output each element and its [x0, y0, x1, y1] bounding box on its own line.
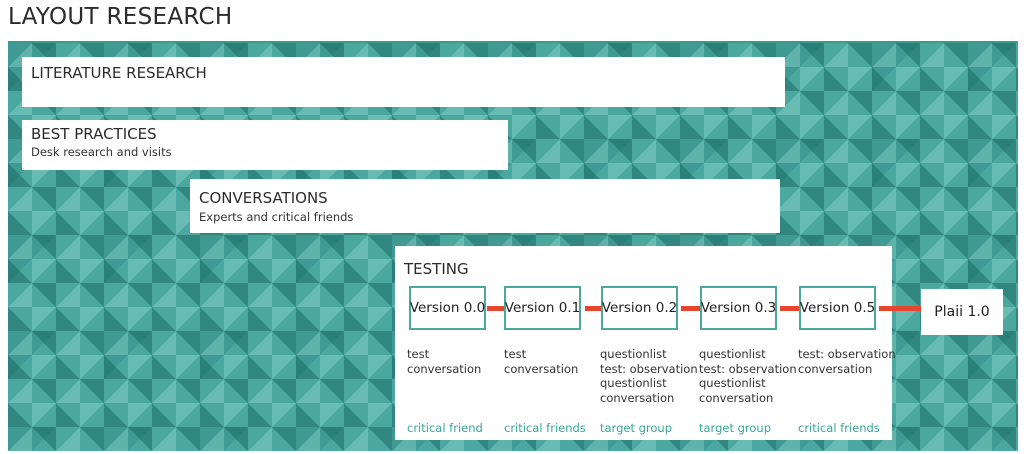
connector-0-1	[487, 306, 504, 311]
note-line: test: observation	[600, 361, 698, 376]
note-line: test: observation	[699, 361, 797, 376]
plaii-final-box: Plaii 1.0	[921, 289, 1003, 335]
testing-panel: TESTING	[395, 246, 892, 440]
version-0-0-notes: test conversation	[407, 347, 481, 376]
literature-research-title: LITERATURE RESEARCH	[31, 64, 207, 82]
conversations-subtitle: Experts and critical friends	[199, 210, 354, 224]
note-line: conversation	[407, 361, 482, 376]
best-practices-title: BEST PRACTICES	[31, 125, 157, 143]
best-practices-subtitle: Desk research and visits	[31, 145, 172, 159]
note-line: test	[407, 347, 430, 361]
version-0-5-box: Version 0.5	[799, 286, 876, 330]
note-line: questionlist	[600, 347, 667, 361]
connector-5-final	[879, 306, 922, 311]
version-0-0-box: Version 0.0	[409, 286, 486, 330]
note-line: questionlist	[600, 376, 667, 390]
note-line: conversation	[798, 361, 873, 376]
version-0-2-notes: questionlist test: observation questionl…	[600, 347, 698, 405]
page-title: LAYOUT RESEARCH	[8, 4, 233, 30]
best-practices-panel: BEST PRACTICES Desk research and visits	[22, 120, 508, 170]
version-0-3-audience: target group	[699, 421, 772, 435]
version-0-1-box: Version 0.1	[504, 286, 581, 330]
version-0-3-box: Version 0.3	[700, 286, 777, 330]
note-line: test	[504, 347, 527, 361]
version-0-0-audience: critical friend	[407, 421, 483, 435]
note-line: questionlist	[699, 376, 766, 390]
version-0-2-audience: target group	[600, 421, 673, 435]
connector-2-3	[681, 306, 701, 311]
literature-research-panel: LITERATURE RESEARCH	[22, 57, 785, 107]
testing-title: TESTING	[404, 260, 469, 278]
conversations-title: CONVERSATIONS	[199, 189, 328, 207]
version-0-2-box: Version 0.2	[601, 286, 678, 330]
note-line: conversation	[504, 361, 579, 376]
note-line: conversation	[600, 390, 675, 405]
version-0-5-notes: test: observation conversation	[798, 347, 896, 376]
connector-1-2	[585, 306, 602, 311]
note-line: test: observation	[798, 347, 896, 361]
conversations-panel: CONVERSATIONS Experts and critical frien…	[190, 179, 780, 233]
note-line: questionlist	[699, 347, 766, 361]
note-line: conversation	[699, 390, 774, 405]
version-0-3-notes: questionlist test: observation questionl…	[699, 347, 797, 405]
connector-3-5	[780, 306, 800, 311]
version-0-1-notes: test conversation	[504, 347, 578, 376]
version-0-1-audience: critical friends	[504, 421, 586, 435]
diagram-background: LITERATURE RESEARCH BEST PRACTICES Desk …	[8, 41, 1018, 451]
version-0-5-audience: critical friends	[798, 421, 880, 435]
